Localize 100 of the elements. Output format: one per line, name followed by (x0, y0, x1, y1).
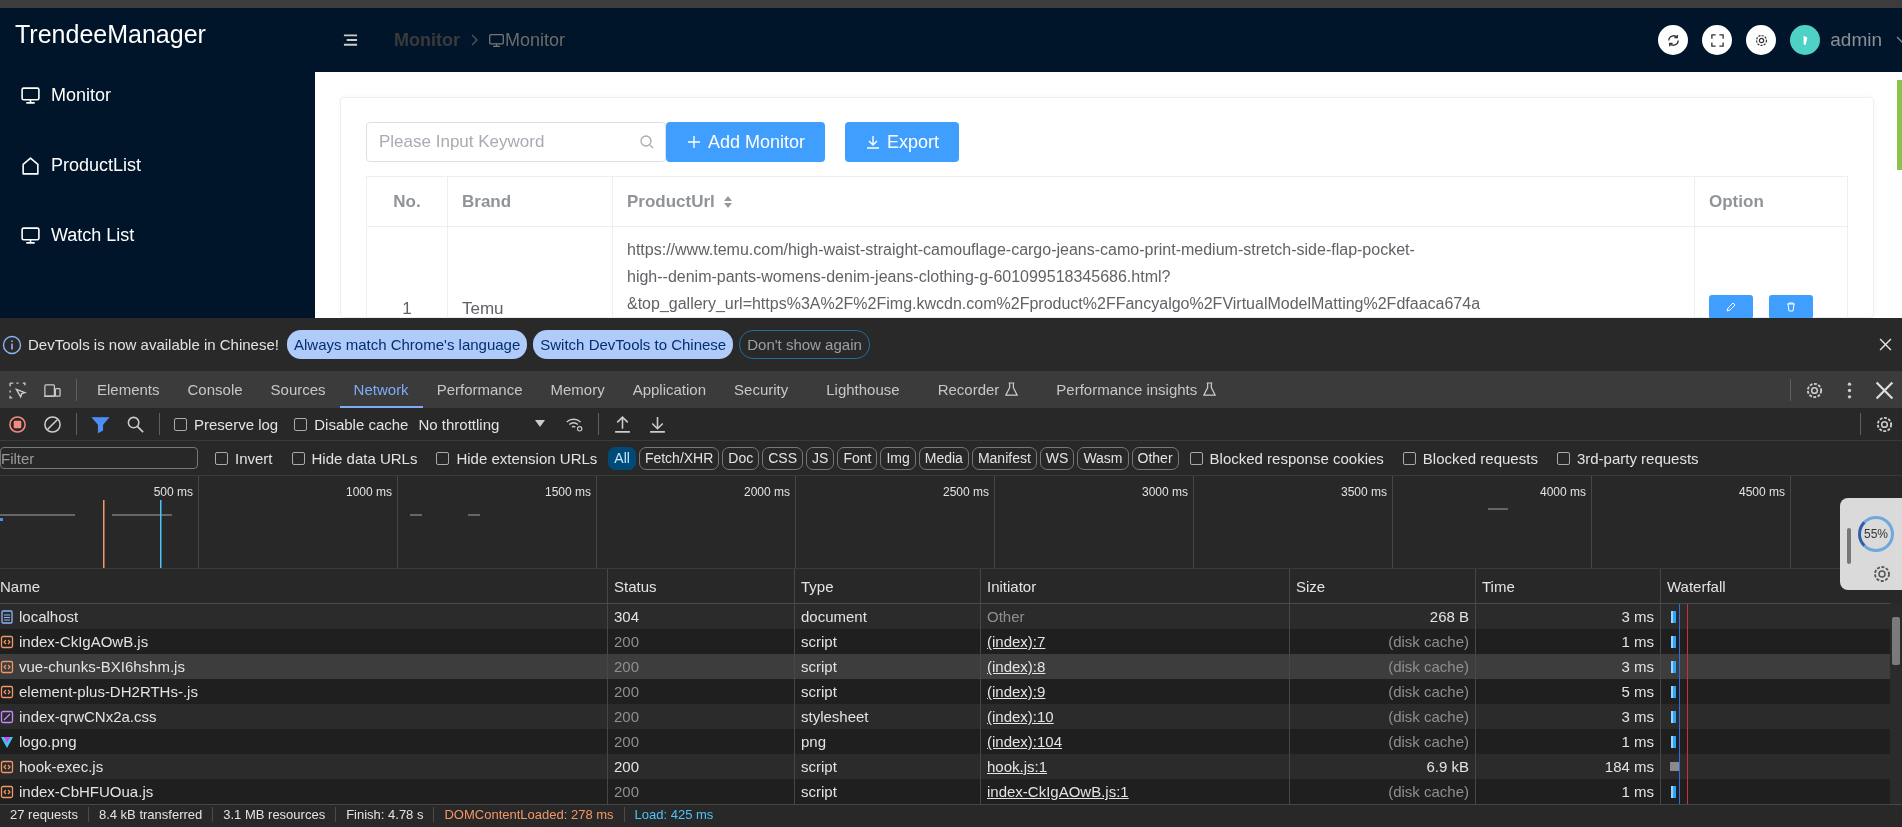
close-icon[interactable] (1879, 338, 1892, 351)
checkbox-option[interactable]: Invert (215, 449, 273, 467)
filter-field[interactable]: Filter (0, 447, 198, 469)
checkbox-option[interactable]: Disable cache (294, 415, 409, 433)
menu-icon[interactable] (343, 33, 358, 47)
plus-icon (686, 134, 702, 150)
panel-tab[interactable]: Performance insights (1042, 372, 1231, 408)
column-header: Brand (448, 177, 613, 227)
panel-tab[interactable]: Security (720, 372, 803, 408)
status-code: 200 (614, 783, 640, 800)
panel-tab[interactable]: Elements (83, 372, 174, 408)
checkbox-option[interactable]: Preserve log (174, 415, 279, 433)
type-filter-chip[interactable]: All (608, 446, 636, 470)
inspect-icon[interactable] (8, 380, 27, 400)
summary-text: Finish: 4.78 s (336, 807, 435, 822)
summary-text: 27 requests (0, 807, 89, 822)
type-filter-chip[interactable]: Media (918, 446, 969, 470)
size-value: (disk cache) (1388, 733, 1469, 750)
type-filter-chip[interactable]: Fetch/XHR (638, 446, 720, 470)
panel-tab[interactable]: Recorder (923, 372, 1033, 408)
panel-tab[interactable]: Lighthouse (812, 372, 914, 408)
type-filter-chip[interactable]: Wasm (1077, 446, 1129, 470)
initiator-link[interactable]: (index):104 (987, 733, 1063, 750)
request-name[interactable]: localhost (19, 608, 79, 625)
request-name[interactable]: logo.png (19, 733, 77, 750)
initiator-link[interactable]: (index):7 (987, 633, 1046, 650)
sidebar-item[interactable]: Monitor (0, 60, 315, 130)
type-filter-chip[interactable]: WS (1039, 446, 1075, 470)
refresh-icon[interactable] (1658, 25, 1689, 55)
throttling-dropdown[interactable]: No throttling (418, 415, 546, 433)
trash-icon (1785, 301, 1797, 313)
request-name[interactable]: vue-chunks-BXI6hshm.js (19, 658, 185, 675)
time-value: 1 ms (1621, 633, 1654, 650)
checkbox-option[interactable]: Blocked response cookies (1189, 449, 1384, 467)
close-icon[interactable] (1875, 380, 1894, 400)
timeline-dash (410, 514, 480, 516)
type-filter-chip[interactable]: Img (880, 446, 916, 470)
checkbox-option[interactable]: Hide extension URLs (436, 449, 598, 467)
floating-menu[interactable]: 55% (1840, 498, 1902, 590)
initiator-link[interactable]: index-CkIgAOwB.js:1 (987, 783, 1129, 800)
user-name[interactable]: admin (1830, 29, 1882, 51)
type-filter-chip[interactable]: Manifest (971, 446, 1037, 470)
type-filter-chip[interactable]: Font (837, 446, 878, 470)
record-icon[interactable] (8, 414, 27, 434)
progress-ring: 55% (1858, 516, 1894, 552)
sidebar-item[interactable]: Watch List (0, 200, 315, 270)
filter-icon[interactable] (91, 414, 110, 434)
summary-text: DOMContentLoaded: 278 ms (434, 807, 625, 822)
panel-tab[interactable]: Sources (256, 372, 340, 408)
settings-icon[interactable] (1805, 380, 1824, 400)
search-field[interactable]: Please Input Keyword (366, 122, 666, 162)
search-icon[interactable] (126, 414, 145, 434)
monitor-icon (20, 84, 41, 106)
request-name[interactable]: index-qrwCNx2a.css (19, 708, 157, 725)
column-header[interactable]: Size (1296, 577, 1326, 595)
column-header[interactable]: Type (801, 577, 834, 595)
infobar-button[interactable]: Switch DevTools to Chinese (533, 330, 734, 359)
type-filter-chip[interactable]: Doc (722, 446, 760, 470)
column-header[interactable]: Initiator (987, 577, 1037, 595)
status-code: 200 (614, 708, 640, 725)
scrollbar-thumb[interactable] (1892, 617, 1900, 665)
type-filter-chip[interactable]: JS (806, 446, 835, 470)
request-name[interactable]: index-CkIgAOwB.js (19, 633, 149, 650)
column-header[interactable]: Waterfall (1667, 577, 1726, 595)
checkbox-option[interactable]: 3rd-party requests (1556, 449, 1699, 467)
panel-tab[interactable]: Console (173, 372, 257, 408)
request-name[interactable]: hook-exec.js (19, 758, 104, 775)
download-icon[interactable] (648, 414, 668, 434)
avatar[interactable] (1790, 25, 1821, 55)
upload-icon[interactable] (613, 414, 633, 434)
request-type: png (801, 733, 827, 750)
fullscreen-icon[interactable] (1702, 25, 1733, 55)
settings-icon[interactable] (1746, 25, 1777, 55)
request-type: document (801, 608, 867, 625)
request-name[interactable]: index-CbHFUOua.js (19, 783, 154, 800)
column-header[interactable]: Status (614, 577, 657, 595)
infobar-button[interactable]: Don't show again (739, 330, 870, 359)
column-header[interactable]: Time (1482, 577, 1515, 595)
initiator-link[interactable]: (index):10 (987, 708, 1054, 725)
initiator-link[interactable]: (index):9 (987, 683, 1046, 700)
initiator-link[interactable]: (index):8 (987, 658, 1046, 675)
column-header[interactable]: Name (0, 577, 40, 595)
type-filter-chip[interactable]: Other (1131, 446, 1179, 470)
waterfall-bar (1671, 785, 1676, 798)
initiator-link[interactable]: hook.js:1 (987, 758, 1048, 775)
clear-icon[interactable] (43, 414, 62, 434)
panel-tab[interactable]: Network (339, 372, 423, 408)
checkbox-option[interactable]: Hide data URLs (291, 449, 418, 467)
panel-tab[interactable]: Memory (536, 372, 619, 408)
checkbox-option[interactable]: Blocked requests (1402, 449, 1538, 467)
request-name[interactable]: element-plus-DH2RTHs-.js (19, 683, 198, 700)
panel-tab[interactable]: Application (618, 372, 721, 408)
status-code: 200 (614, 733, 640, 750)
type-filter-chip[interactable]: CSS (762, 446, 804, 470)
status-code: 200 (614, 758, 640, 775)
sidebar-item[interactable]: ProductList (0, 130, 315, 200)
settings-icon[interactable] (1875, 414, 1894, 434)
sort-icon[interactable] (722, 194, 733, 209)
infobar-button[interactable]: Always match Chrome's language (286, 330, 528, 359)
panel-tab[interactable]: Performance (422, 372, 537, 408)
